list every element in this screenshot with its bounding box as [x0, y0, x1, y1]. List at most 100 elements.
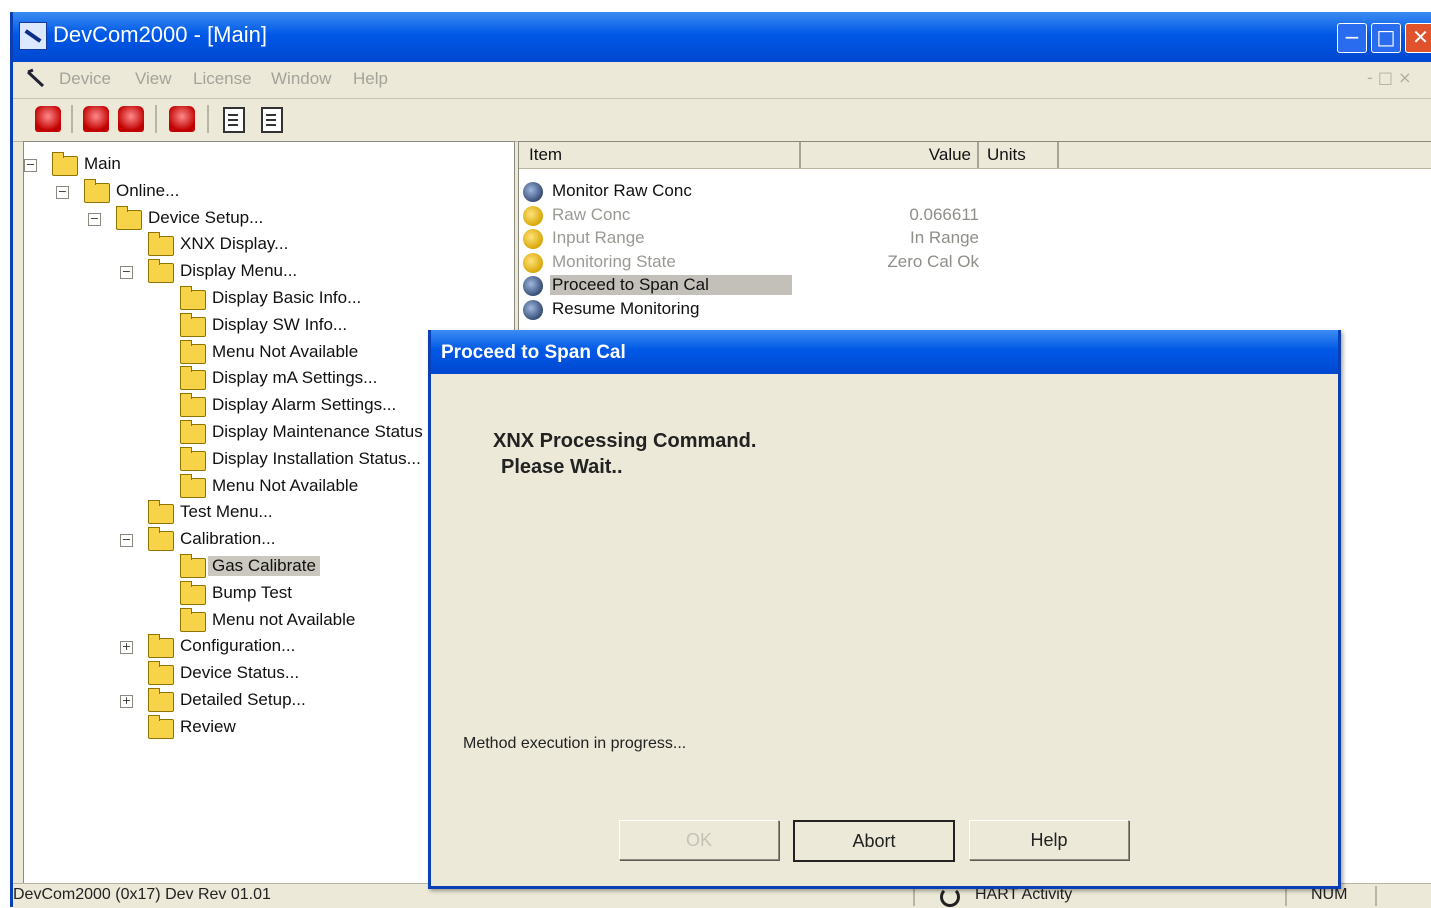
- document-icon[interactable]: [223, 107, 245, 133]
- folder-icon: [148, 688, 174, 712]
- menu-window[interactable]: Window: [271, 69, 331, 89]
- folder-icon: [180, 446, 206, 471]
- close-button[interactable]: ✕: [1405, 23, 1431, 53]
- mdi-window-controls[interactable]: - □ ×: [1367, 68, 1411, 87]
- folder-icon: [180, 286, 206, 310]
- list-row[interactable]: Input Range In Range: [519, 227, 1419, 251]
- folder-icon: [180, 607, 206, 632]
- method-icon: [523, 299, 543, 320]
- collapse-icon[interactable]: −: [88, 212, 101, 226]
- dialog-message-wait: Please Wait..: [501, 456, 623, 478]
- method-icon: [523, 276, 543, 296]
- ok-button[interactable]: OK: [619, 820, 779, 860]
- list-row[interactable]: Monitoring State Zero Cal Ok: [519, 251, 1419, 275]
- list-item-value: 0.066611: [909, 204, 979, 224]
- open-folder-icon: [180, 554, 206, 578]
- maximize-button[interactable]: □: [1371, 23, 1401, 53]
- list-row[interactable]: Raw Conc 0.066611: [519, 204, 1419, 228]
- dialog-title-bar[interactable]: Proceed to Span Cal: [431, 330, 1338, 374]
- menu-license[interactable]: License: [193, 69, 252, 89]
- list-item-label: Monitoring State: [552, 251, 676, 271]
- list-row[interactable]: Monitor Raw Conc: [519, 180, 1419, 204]
- folder-icon: [148, 634, 174, 659]
- column-header-units[interactable]: Units: [979, 142, 1059, 168]
- folder-icon: [116, 205, 142, 230]
- dialog-message: XNX Processing Command.: [493, 430, 757, 452]
- status-separator: [1285, 886, 1287, 906]
- tree-node-label: Display Basic Info...: [212, 288, 362, 307]
- tree-node-label: Display Alarm Settings...: [212, 395, 397, 415]
- app-icon[interactable]: [19, 22, 47, 50]
- list-item-value: Zero Cal Ok: [887, 251, 979, 271]
- menu-help[interactable]: Help: [353, 69, 388, 89]
- folder-icon: [148, 527, 174, 552]
- status-separator: [1375, 886, 1377, 906]
- dialog-status-text: Method execution in progress...: [463, 735, 687, 752]
- dialog-title: Proceed to Span Cal: [441, 342, 626, 363]
- connect-icon[interactable]: [35, 106, 61, 132]
- list-row[interactable]: Resume Monitoring: [519, 298, 1419, 322]
- title-bar[interactable]: DevCom2000 - [Main] − □ ✕: [13, 12, 1431, 62]
- menu-view[interactable]: View: [135, 69, 172, 89]
- column-header-value[interactable]: Value: [801, 142, 979, 168]
- list-row[interactable]: Proceed to Span Cal: [519, 274, 1419, 298]
- folder-icon: [52, 152, 78, 176]
- variable-icon: [523, 252, 543, 273]
- tree-node-label: Review: [180, 716, 236, 736]
- list-item-value: In Range: [910, 228, 979, 247]
- collapse-icon[interactable]: −: [24, 159, 37, 172]
- tree-node-label: Device Status...: [180, 663, 300, 683]
- folder-icon: [180, 366, 206, 391]
- list-item-label: Raw Conc: [552, 204, 631, 224]
- expand-icon[interactable]: +: [120, 695, 133, 708]
- folder-icon: [148, 232, 174, 257]
- folder-icon: [84, 178, 110, 203]
- variable-icon: [523, 229, 543, 249]
- tree-node-label: XNX Display...: [180, 234, 289, 254]
- status-separator: [913, 886, 915, 906]
- folder-icon: [180, 312, 206, 337]
- offline-icon[interactable]: [118, 106, 144, 132]
- tree-node-label: Configuration...: [180, 636, 296, 656]
- tree-node-label: Detailed Setup...: [180, 690, 306, 709]
- tree-node-label: Menu Not Available: [212, 475, 359, 495]
- folder-icon: [180, 420, 206, 444]
- tree-node-label: Display SW Info...: [212, 314, 348, 334]
- toolbar-separator: [71, 105, 73, 133]
- collapse-icon[interactable]: −: [120, 534, 133, 548]
- tree-node-label: Menu Not Available: [212, 341, 359, 361]
- tree-node-label: Menu not Available: [212, 609, 356, 629]
- column-header-item[interactable]: Item: [519, 142, 801, 168]
- tree-node-label: Device Setup...: [148, 207, 264, 227]
- expand-icon[interactable]: +: [120, 641, 133, 655]
- folder-icon: [148, 500, 174, 525]
- folder-icon: [148, 661, 174, 686]
- list-header: Item Value Units: [519, 142, 1431, 169]
- list-item-label: Resume Monitoring: [552, 298, 700, 318]
- help-button[interactable]: Help: [969, 820, 1129, 860]
- device-icon[interactable]: [169, 106, 195, 132]
- tree-node-label: Display Maintenance Status: [212, 422, 423, 441]
- menu-device[interactable]: Device: [59, 69, 111, 89]
- collapse-icon[interactable]: −: [56, 185, 69, 199]
- folder-icon: [180, 580, 206, 605]
- tree-node-label: Main: [84, 154, 121, 173]
- abort-button[interactable]: Abort: [793, 820, 955, 862]
- list-item-label: Monitor Raw Conc: [552, 181, 692, 200]
- folder-icon: [148, 259, 174, 284]
- toolbar-separator: [155, 105, 157, 133]
- tree-node-label: Display mA Settings...: [212, 368, 378, 388]
- document-icon[interactable]: [25, 68, 47, 90]
- online-icon[interactable]: [83, 106, 109, 132]
- report-icon[interactable]: [261, 107, 283, 133]
- folder-icon: [180, 339, 206, 364]
- folder-icon: [180, 473, 206, 498]
- collapse-icon[interactable]: −: [120, 266, 133, 280]
- window-title: DevCom2000 - [Main]: [53, 22, 267, 47]
- toolbar-separator: [207, 105, 209, 133]
- folder-icon: [180, 393, 206, 418]
- tree-node-label: Bump Test: [212, 582, 293, 602]
- minimize-button[interactable]: −: [1337, 23, 1367, 53]
- folder-icon: [148, 714, 174, 739]
- menu-bar: Device View License Window Help - □ ×: [13, 62, 1431, 99]
